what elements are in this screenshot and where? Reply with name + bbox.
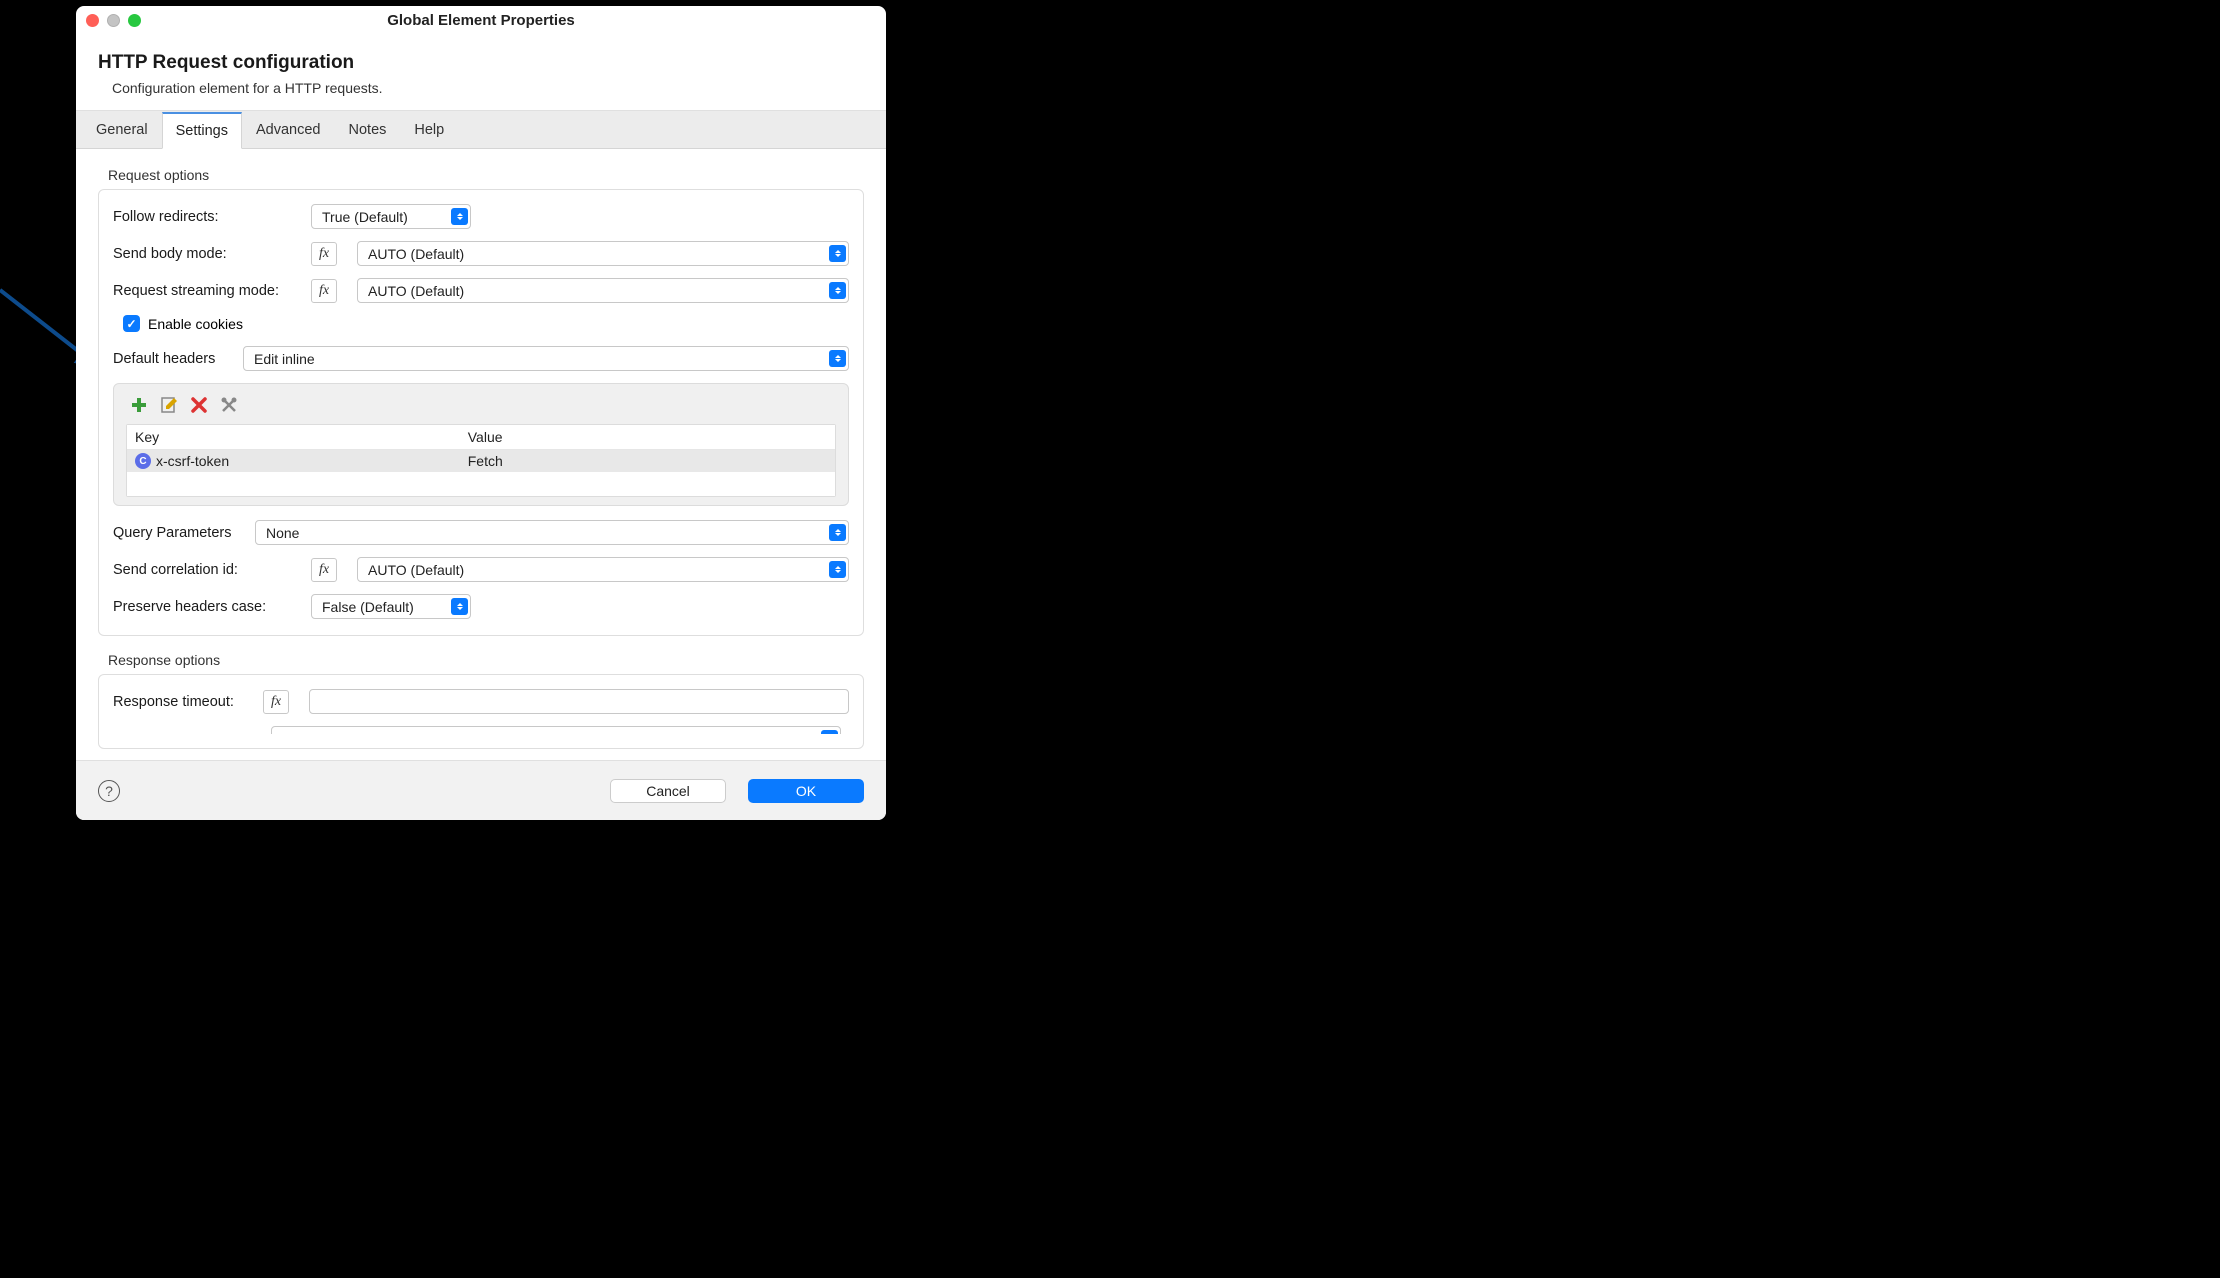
- enable-cookies-checkbox[interactable]: [123, 315, 140, 332]
- fx-button-correlation[interactable]: fx: [311, 558, 337, 582]
- constant-icon: C: [135, 453, 151, 469]
- table-row[interactable]: C x-csrf-token Fetch: [127, 450, 835, 472]
- delete-icon[interactable]: [190, 396, 208, 414]
- preserve-headers-case-value: False (Default): [322, 599, 414, 615]
- send-correlation-id-row: Send correlation id: fx AUTO (Default): [113, 557, 849, 582]
- query-parameters-value: None: [266, 525, 299, 541]
- send-body-mode-value: AUTO (Default): [368, 246, 464, 262]
- follow-redirects-label: Follow redirects:: [113, 209, 311, 225]
- follow-redirects-value: True (Default): [322, 209, 408, 225]
- dropdown-arrow-icon: [829, 561, 846, 578]
- send-correlation-id-value: AUTO (Default): [368, 562, 464, 578]
- dropdown-arrow-icon: [829, 245, 846, 262]
- fx-button-streaming[interactable]: fx: [311, 279, 337, 303]
- add-icon[interactable]: [130, 396, 148, 414]
- tab-advanced[interactable]: Advanced: [242, 112, 335, 149]
- request-streaming-row: Request streaming mode: fx AUTO (Default…: [113, 278, 849, 303]
- dropdown-arrow-icon: [829, 524, 846, 541]
- query-parameters-label: Query Parameters: [113, 525, 255, 541]
- window-title: Global Element Properties: [76, 12, 886, 29]
- send-body-mode-select[interactable]: AUTO (Default): [357, 241, 849, 266]
- default-headers-row: Default headers Edit inline: [113, 346, 849, 371]
- request-streaming-value: AUTO (Default): [368, 283, 464, 299]
- page-subtitle: Configuration element for a HTTP request…: [98, 80, 864, 96]
- fx-button-send-body[interactable]: fx: [311, 242, 337, 266]
- cancel-button[interactable]: Cancel: [610, 779, 726, 803]
- query-parameters-select[interactable]: None: [255, 520, 849, 545]
- headers-editor-panel: Key Value C x-csrf-token Fetch: [113, 383, 849, 506]
- request-options-label: Request options: [108, 167, 872, 183]
- partial-next-row: [121, 726, 841, 734]
- send-body-mode-row: Send body mode: fx AUTO (Default): [113, 241, 849, 266]
- preserve-headers-case-label: Preserve headers case:: [113, 599, 311, 615]
- headers-col-key: Key: [127, 425, 460, 449]
- request-streaming-select[interactable]: AUTO (Default): [357, 278, 849, 303]
- query-parameters-row: Query Parameters None: [113, 520, 849, 545]
- response-timeout-row: Response timeout: fx: [113, 689, 849, 714]
- dropdown-arrow-icon: [451, 598, 468, 615]
- response-options-panel: Response timeout: fx: [98, 674, 864, 749]
- dropdown-arrow-icon: [821, 730, 838, 734]
- headers-toolbar: [126, 396, 836, 414]
- dropdown-arrow-icon: [829, 282, 846, 299]
- titlebar: Global Element Properties: [76, 6, 886, 34]
- tab-help[interactable]: Help: [400, 112, 458, 149]
- default-headers-select[interactable]: Edit inline: [243, 346, 849, 371]
- send-correlation-id-select[interactable]: AUTO (Default): [357, 557, 849, 582]
- content-area: Request options Follow redirects: True (…: [76, 149, 886, 760]
- headers-table: Key Value C x-csrf-token Fetch: [126, 424, 836, 497]
- default-headers-label: Default headers: [113, 351, 243, 367]
- ok-button[interactable]: OK: [748, 779, 864, 803]
- dropdown-arrow-icon: [829, 350, 846, 367]
- follow-redirects-row: Follow redirects: True (Default): [113, 204, 849, 229]
- footer-buttons: Cancel OK: [610, 779, 864, 803]
- page-title: HTTP Request configuration: [98, 52, 864, 74]
- header-section: HTTP Request configuration Configuration…: [76, 34, 886, 110]
- fx-button-timeout[interactable]: fx: [263, 690, 289, 714]
- headers-empty-row: [127, 472, 835, 496]
- tab-settings[interactable]: Settings: [162, 112, 242, 149]
- header-key-cell: C x-csrf-token: [127, 450, 460, 472]
- default-headers-value: Edit inline: [254, 351, 315, 367]
- header-value-cell: Fetch: [460, 450, 835, 472]
- send-body-mode-label: Send body mode:: [113, 246, 311, 262]
- enable-cookies-row[interactable]: Enable cookies: [123, 315, 849, 332]
- preserve-headers-case-row: Preserve headers case: False (Default): [113, 594, 849, 619]
- help-icon[interactable]: ?: [98, 780, 120, 802]
- header-key-text: x-csrf-token: [156, 453, 229, 469]
- tab-general[interactable]: General: [82, 112, 162, 149]
- send-correlation-id-label: Send correlation id:: [113, 562, 311, 578]
- request-streaming-label: Request streaming mode:: [113, 283, 311, 299]
- response-timeout-input[interactable]: [309, 689, 849, 714]
- headers-col-value: Value: [460, 425, 835, 449]
- response-options-label: Response options: [108, 652, 872, 668]
- dialog-footer: ? Cancel OK: [76, 760, 886, 820]
- edit-icon[interactable]: [160, 396, 178, 414]
- preserve-headers-case-select[interactable]: False (Default): [311, 594, 471, 619]
- dialog-window: Global Element Properties HTTP Request c…: [76, 6, 886, 820]
- enable-cookies-label: Enable cookies: [148, 316, 243, 332]
- dropdown-arrow-icon: [451, 208, 468, 225]
- follow-redirects-select[interactable]: True (Default): [311, 204, 471, 229]
- tab-notes[interactable]: Notes: [335, 112, 401, 149]
- tabs-bar: General Settings Advanced Notes Help: [76, 110, 886, 149]
- response-timeout-label: Response timeout:: [113, 694, 263, 710]
- request-options-panel: Follow redirects: True (Default) Send bo…: [98, 189, 864, 636]
- tools-icon[interactable]: [220, 396, 238, 414]
- headers-table-header: Key Value: [127, 425, 835, 450]
